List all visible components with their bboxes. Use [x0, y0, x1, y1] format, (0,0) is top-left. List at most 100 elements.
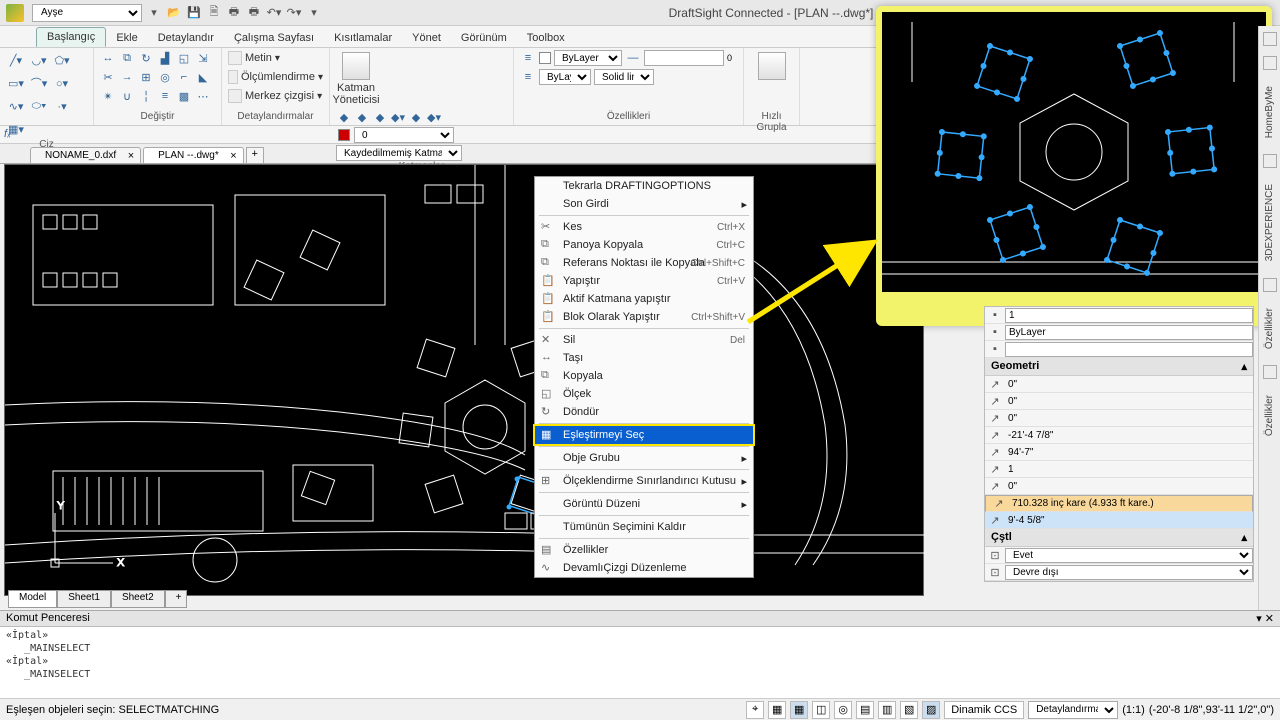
geo-val-7[interactable]: 710.328 inç kare (4.933 ft kare.) [1009, 498, 1249, 509]
geo-val-2[interactable]: 0" [1005, 413, 1253, 424]
sheet-tab-2[interactable]: Sheet2 [111, 590, 165, 608]
point-icon[interactable]: ·▾ [52, 96, 72, 116]
qat-save-icon[interactable]: 💾 [186, 5, 202, 21]
linestyle-select[interactable]: Solid line [594, 69, 654, 85]
spline-icon[interactable]: ∿▾ [6, 96, 26, 116]
prop-input-1[interactable] [1005, 325, 1253, 340]
align-icon[interactable]: ≡ [157, 88, 173, 104]
quickgroup-button[interactable] [750, 50, 794, 80]
lineweight-icon[interactable]: ≡ [520, 50, 536, 66]
menu-item-22[interactable]: Görüntü Düzeni▸ [535, 495, 753, 513]
menu-item-20[interactable]: ⊞Ölçeklendirme Sınırlandırıcı Kutusu▸ [535, 472, 753, 490]
chamfer-icon[interactable]: ◣ [195, 69, 211, 85]
color-select[interactable]: ByLayer [554, 50, 622, 66]
menu-item-16[interactable]: ▦Eşleştirmeyi Seç [535, 426, 753, 444]
geo-val-5[interactable]: 1 [1005, 464, 1253, 475]
geo-val-4[interactable]: 94'-7" [1005, 447, 1253, 458]
menu-item-3[interactable]: ✂KesCtrl+X [535, 218, 753, 236]
more-mod-icon[interactable]: ⋯ [195, 88, 211, 104]
ribbon-tab-4[interactable]: Kısıtlamalar [324, 29, 402, 47]
layer-icon-4[interactable]: ◆▾ [390, 109, 406, 125]
menu-item-27[interactable]: ∿DevamlıÇizgi Düzenleme [535, 559, 753, 577]
cst-sel-0[interactable]: Evet [1005, 548, 1253, 563]
side-tab-props2[interactable]: Özellikler [1262, 389, 1277, 442]
move-icon[interactable]: ↔ [100, 50, 116, 66]
qat-more-icon[interactable]: ▾ [306, 5, 322, 21]
circle-icon[interactable]: ○▾ [52, 73, 72, 93]
ribbon-tab-1[interactable]: Ekle [106, 29, 147, 47]
polar-icon[interactable]: ◫ [812, 701, 830, 719]
qat-saveall-icon[interactable]: 🗎 [206, 5, 222, 21]
ribbon-tab-2[interactable]: Detaylandır [148, 29, 224, 47]
explode-icon[interactable]: ✴ [100, 88, 116, 104]
rect-icon[interactable]: ▭▾ [6, 73, 26, 93]
menu-item-7[interactable]: 📋Aktif Katmana yapıştır [535, 290, 753, 308]
doc-tab-0[interactable]: NONAME_0.dxf× [30, 147, 141, 163]
hatch-icon[interactable]: ▩ [176, 88, 192, 104]
layer-state-select[interactable]: 0 [354, 127, 454, 143]
rotate-icon[interactable]: ↻ [138, 50, 154, 66]
centerline-tool[interactable]: Merkez çizgisi▾ [228, 88, 323, 104]
geo-val-6[interactable]: 0" [1005, 481, 1253, 492]
bylayer-select[interactable]: ByLayer [539, 69, 591, 85]
menu-item-24[interactable]: Tümünün Seçimini Kaldır [535, 518, 753, 536]
geo-val-1[interactable]: 0" [1005, 396, 1253, 407]
status-dinamik[interactable]: Dinamik CCS [944, 701, 1024, 719]
dimension-tool[interactable]: Ölçümlendirme▾ [228, 69, 323, 85]
doc-close-icon[interactable]: × [128, 150, 134, 162]
polyline-icon[interactable]: ◡▾ [29, 50, 49, 70]
side-icon-1[interactable] [1263, 32, 1277, 46]
cmd-pin-icon[interactable]: ▾ [1256, 613, 1262, 625]
qat-undo-icon[interactable]: ↶▾ [266, 5, 282, 21]
add-doc-tab[interactable]: + [246, 147, 264, 163]
menu-item-10[interactable]: ✕SilDel [535, 331, 753, 349]
menu-item-1[interactable]: Son Girdi▸ [535, 195, 753, 213]
ribbon-tab-7[interactable]: Toolbox [517, 29, 575, 47]
qat-print-icon[interactable]: 🖶 [226, 5, 242, 21]
menu-item-5[interactable]: ⧉Referans Noktası ile KopyalaCtrl+Shift+… [535, 254, 753, 272]
extend-icon[interactable]: → [119, 69, 135, 85]
line-icon[interactable]: ╱▾ [6, 50, 26, 70]
menu-item-11[interactable]: ↔Taşı [535, 349, 753, 367]
arc-icon[interactable]: ⌒▾ [29, 73, 49, 93]
side-tab-home[interactable]: HomeByMe [1262, 80, 1277, 144]
dyn-icon[interactable]: ▨ [922, 701, 940, 719]
menu-item-0[interactable]: Tekrarla DRAFTINGOPTIONS [535, 177, 753, 195]
polygon-icon[interactable]: ⬠▾ [52, 50, 72, 70]
ellipse-icon[interactable]: ⬭▾ [29, 96, 49, 116]
linetype-icon[interactable]: — [625, 50, 641, 66]
side-tab-3dx[interactable]: 3DEXPERIENCE [1262, 178, 1277, 267]
workspace-select[interactable]: Ayşe [32, 4, 142, 22]
sheet-tab-0[interactable]: Model [8, 590, 57, 608]
fx-icon[interactable]: fₓ [4, 128, 20, 142]
prop-input-0[interactable] [1005, 308, 1253, 323]
esnap-icon[interactable]: ◎ [834, 701, 852, 719]
doc-tab-1[interactable]: PLAN --.dwg*× [143, 147, 244, 163]
drawing-canvas[interactable]: Y X [4, 164, 924, 596]
add-sheet[interactable]: + [165, 590, 187, 608]
join-icon[interactable]: ∪ [119, 88, 135, 104]
stretch-icon[interactable]: ⇲ [195, 50, 211, 66]
side-icon-2[interactable] [1263, 56, 1277, 70]
layer-icon-5[interactable]: ◆ [408, 109, 424, 125]
layer-filter-select[interactable]: Kaydedilmemiş Katman Du [336, 145, 462, 161]
side-icon-3[interactable] [1263, 154, 1277, 168]
side-icon-5[interactable] [1263, 365, 1277, 379]
props-geo-header[interactable]: Geometri▴ [985, 358, 1253, 376]
menu-item-26[interactable]: ▤Özellikler [535, 541, 753, 559]
trim-icon[interactable]: ✂ [100, 69, 116, 85]
menu-item-4[interactable]: ⧉Panoya KopyalaCtrl+C [535, 236, 753, 254]
text-tool[interactable]: Metin▾ [228, 50, 323, 66]
fillet-icon[interactable]: ⌐ [176, 69, 192, 85]
ltype-btn-icon[interactable]: ≡ [520, 69, 536, 85]
layer-icon-1[interactable]: ◆ [336, 109, 352, 125]
ribbon-tab-3[interactable]: Çalışma Sayfası [224, 29, 324, 47]
menu-item-18[interactable]: Obje Grubu▸ [535, 449, 753, 467]
qat-new-icon[interactable]: ▾ [146, 5, 162, 21]
menu-item-12[interactable]: ⧉Kopyala [535, 367, 753, 385]
layer-manager-button[interactable]: Katman Yöneticisi [336, 50, 376, 106]
ribbon-tab-6[interactable]: Görünüm [451, 29, 517, 47]
geo-val-0[interactable]: 0" [1005, 379, 1253, 390]
qat-preview-icon[interactable]: 🖶 [246, 5, 262, 21]
props-cst-header[interactable]: Çştl▴ [985, 529, 1253, 547]
